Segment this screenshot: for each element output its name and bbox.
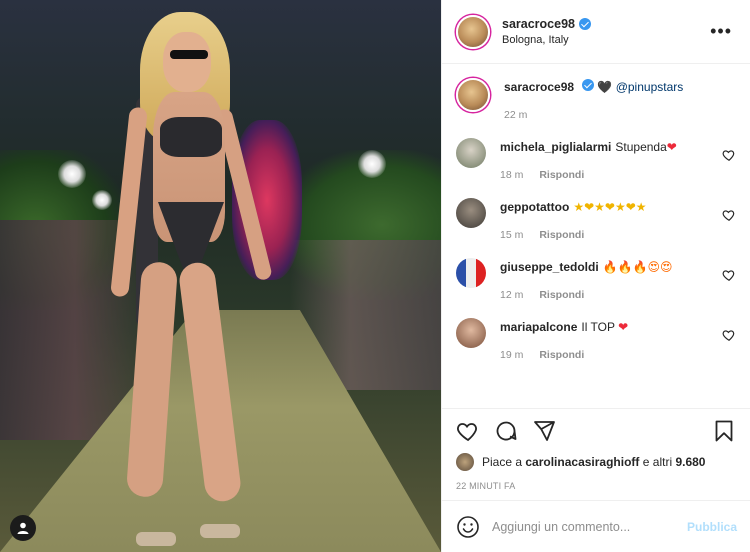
- comment-username[interactable]: geppotattoo: [500, 200, 569, 214]
- avatar[interactable]: [456, 318, 486, 348]
- post-header: saracroce98 Bologna, Italy •••: [442, 0, 750, 64]
- heart-icon[interactable]: [456, 419, 480, 443]
- comment-item: michela_piglialarmi Stupenda❤ 18 m Rispon…: [456, 138, 736, 184]
- comment-item: geppotattoo ★❤★❤★❤★ 15 m Rispondi: [456, 198, 736, 244]
- reply-button[interactable]: Rispondi: [539, 166, 584, 184]
- post-sidebar: saracroce98 Bologna, Italy ••• saracroce…: [441, 0, 750, 552]
- user-icon[interactable]: [10, 515, 36, 541]
- comment-meta: 18 m Rispondi: [500, 166, 716, 184]
- black-heart-icon: 🖤: [597, 80, 613, 94]
- heart-icon[interactable]: [722, 208, 736, 222]
- likes-summary: Piace a carolinacasiraghioff e altri 9.6…: [456, 453, 736, 471]
- comment-emoji: 🔥🔥🔥😍😍: [602, 260, 673, 274]
- more-options-icon[interactable]: •••: [706, 17, 736, 46]
- heart-icon[interactable]: [722, 328, 736, 342]
- comment-meta: 19 m Rispondi: [500, 346, 716, 364]
- share-icon[interactable]: [532, 419, 556, 443]
- likes-prefix: Piace a: [482, 455, 523, 469]
- model-sunglasses: [170, 50, 208, 59]
- comment-body: michela_piglialarmi Stupenda❤ 18 m Rispon…: [500, 138, 716, 184]
- post-photo[interactable]: [0, 0, 441, 552]
- avatar[interactable]: [456, 138, 486, 168]
- author-username-row: saracroce98: [502, 17, 591, 31]
- model-shoe: [136, 532, 176, 546]
- caption-meta: 22 m: [504, 106, 736, 124]
- avatar[interactable]: [456, 78, 490, 112]
- model-leg: [125, 261, 179, 498]
- comment-input[interactable]: [492, 519, 687, 534]
- verified-badge-icon: [582, 79, 595, 91]
- model-top: [160, 117, 222, 157]
- verified-badge-icon: [578, 18, 591, 30]
- photo-lamp: [58, 160, 86, 188]
- post-comment-button[interactable]: Pubblica: [687, 520, 737, 534]
- caption-body: saracroce98 🖤 @pinupstars 22 m: [504, 78, 736, 124]
- comment-composer: Pubblica: [442, 500, 750, 552]
- comment-body: mariapalcone Il TOP ❤ 19 m Rispondi: [500, 318, 716, 364]
- model-leg: [177, 260, 243, 504]
- comment-item: mariapalcone Il TOP ❤ 19 m Rispondi: [456, 318, 736, 364]
- caption-time: 22 m: [504, 109, 528, 121]
- caption-mention[interactable]: @pinupstars: [616, 80, 684, 94]
- post-caption: saracroce98 🖤 @pinupstars 22 m: [456, 78, 736, 124]
- likes-suffix: e altri: [642, 455, 673, 469]
- comment-username[interactable]: mariapalcone: [500, 320, 577, 334]
- likes-user[interactable]: carolinacasiraghioff: [525, 455, 639, 469]
- comment-text: Stupenda: [615, 140, 667, 154]
- comment-time: 18 m: [500, 169, 524, 181]
- comment-meta: 15 m Rispondi: [500, 226, 716, 244]
- comment-body: geppotattoo ★❤★❤★❤★ 15 m Rispondi: [500, 198, 716, 244]
- comment-time: 15 m: [500, 229, 524, 241]
- comment-item: giuseppe_tedoldi 🔥🔥🔥😍😍 12 m Rispondi: [456, 258, 736, 304]
- post-time[interactable]: 22 MINUTI FA: [456, 481, 736, 491]
- photo-lamp: [92, 190, 112, 210]
- photo-lamp: [358, 150, 386, 178]
- author-meta: saracroce98 Bologna, Italy: [502, 17, 706, 46]
- emoji-icon[interactable]: [456, 515, 480, 539]
- reply-button[interactable]: Rispondi: [539, 226, 584, 244]
- likes-count[interactable]: 9.680: [675, 455, 705, 469]
- bookmark-icon[interactable]: [712, 419, 736, 443]
- comment-text: Il TOP: [581, 320, 615, 334]
- comments-list: saracroce98 🖤 @pinupstars 22 m michela_p…: [442, 64, 750, 408]
- model-shoe: [200, 524, 240, 538]
- post-actions: Piace a carolinacasiraghioff e altri 9.6…: [442, 408, 750, 491]
- comment-meta: 12 m Rispondi: [500, 286, 716, 304]
- caption-username[interactable]: saracroce98: [504, 80, 574, 94]
- comment-emoji: ❤: [618, 320, 629, 334]
- comment-body: giuseppe_tedoldi 🔥🔥🔥😍😍 12 m Rispondi: [500, 258, 716, 304]
- avatar[interactable]: [456, 14, 490, 49]
- reply-button[interactable]: Rispondi: [539, 346, 584, 364]
- comment-username[interactable]: giuseppe_tedoldi: [500, 260, 599, 274]
- reply-button[interactable]: Rispondi: [539, 286, 584, 304]
- model-face: [163, 32, 211, 92]
- comment-icon[interactable]: [494, 419, 518, 443]
- comment-time: 19 m: [500, 349, 524, 361]
- avatar[interactable]: [456, 258, 486, 288]
- comment-time: 12 m: [500, 289, 524, 301]
- avatar[interactable]: [456, 198, 486, 228]
- comment-emoji: ★❤★❤★❤★: [573, 200, 647, 214]
- action-icons: [456, 417, 736, 445]
- avatar[interactable]: [456, 453, 474, 471]
- post-location[interactable]: Bologna, Italy: [502, 34, 706, 46]
- author-username[interactable]: saracroce98: [502, 17, 575, 31]
- comment-emoji: ❤: [666, 140, 677, 154]
- comment-username[interactable]: michela_piglialarmi: [500, 140, 611, 154]
- heart-icon[interactable]: [722, 148, 736, 162]
- heart-icon[interactable]: [722, 268, 736, 282]
- photo-model: [110, 12, 278, 552]
